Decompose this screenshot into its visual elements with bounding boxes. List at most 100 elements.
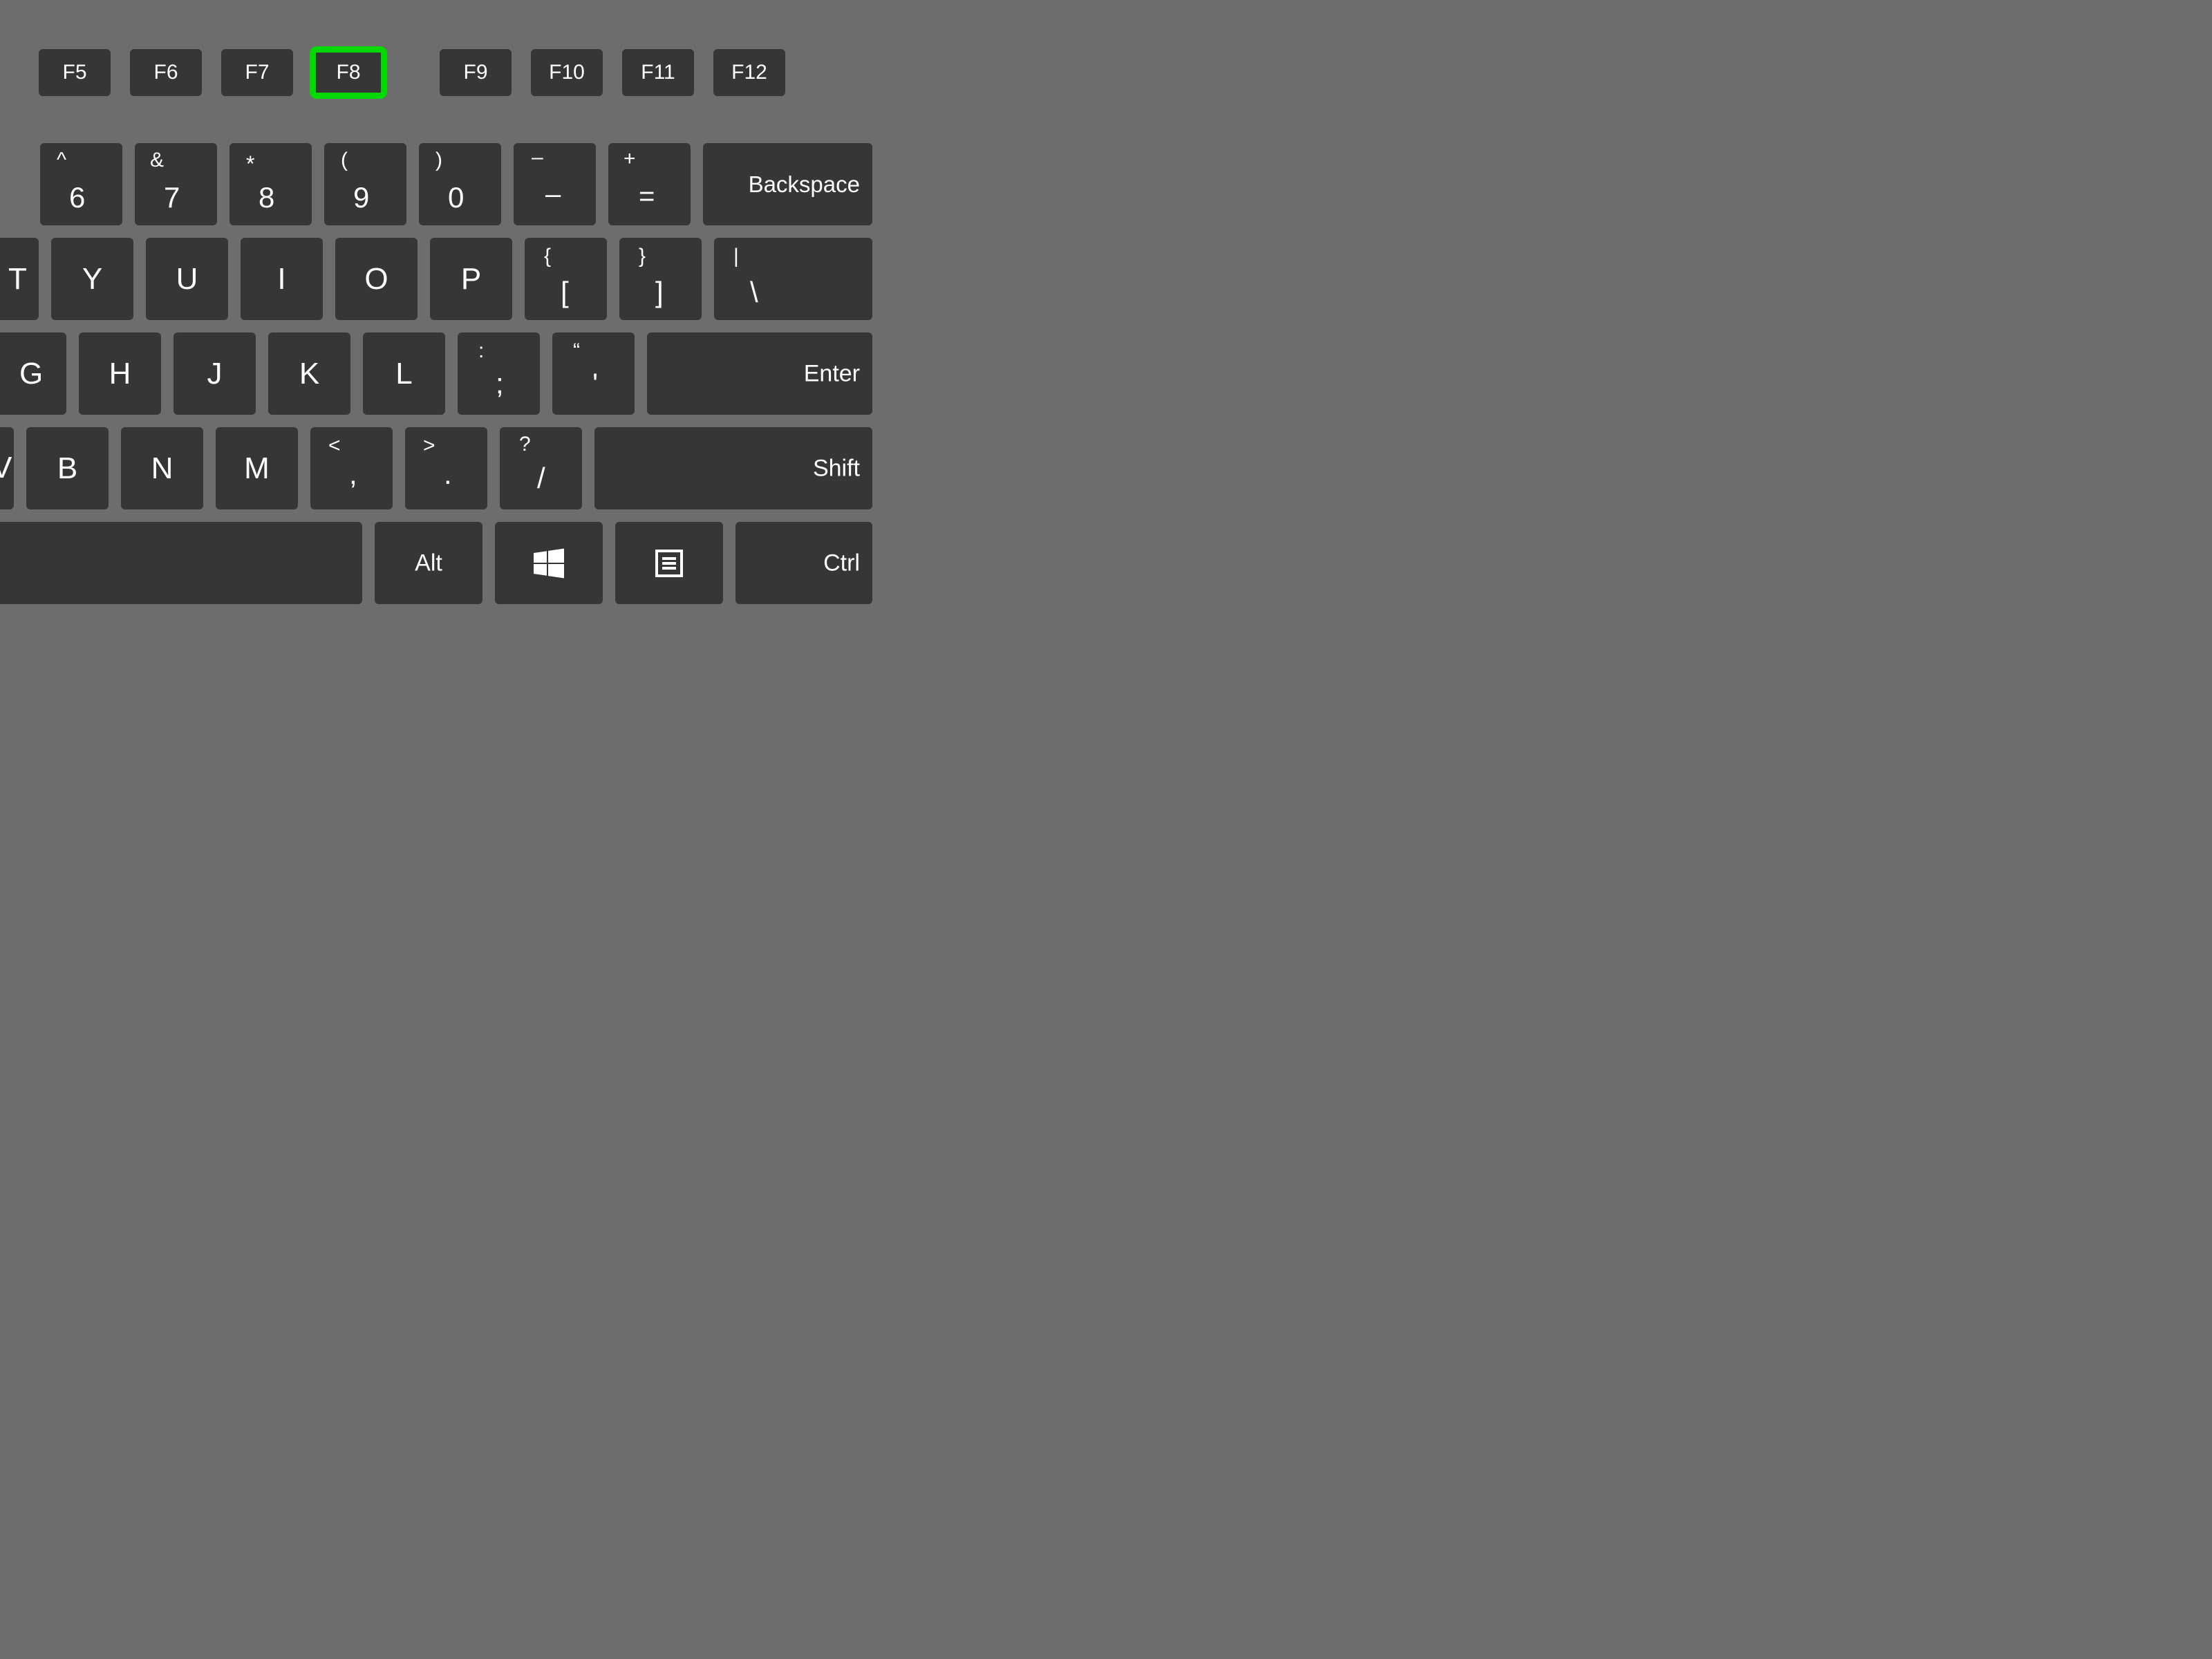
key-label: F8: [336, 61, 360, 84]
key-ctrl[interactable]: Ctrl: [735, 522, 872, 604]
key-f8[interactable]: F8: [312, 49, 384, 96]
key-enter[interactable]: Enter: [647, 332, 872, 415]
key-shift-label: :: [478, 339, 484, 363]
key-label: U: [176, 262, 198, 297]
key-8[interactable]: * 8: [229, 143, 312, 225]
key-label: .: [444, 458, 452, 491]
key-shift-label: &: [150, 149, 164, 172]
key-v[interactable]: V: [0, 427, 14, 509]
key-label: F5: [62, 61, 86, 84]
key-f11[interactable]: F11: [622, 49, 694, 96]
windows-icon: [534, 548, 564, 579]
key-f5[interactable]: F5: [39, 49, 111, 96]
key-n[interactable]: N: [121, 427, 203, 509]
key-label: G: [19, 357, 43, 391]
key-i[interactable]: I: [241, 238, 323, 320]
key-label: P: [461, 262, 481, 297]
key-shift-label: +: [624, 147, 636, 171]
key-equals[interactable]: + =: [608, 143, 691, 225]
key-h[interactable]: H: [79, 332, 161, 415]
key-label: F10: [549, 61, 585, 84]
key-m[interactable]: M: [216, 427, 298, 509]
key-label: 7: [164, 181, 180, 214]
key-right-bracket[interactable]: } ]: [619, 238, 702, 320]
key-label: N: [151, 451, 174, 486]
key-label: M: [244, 451, 270, 486]
key-label: V: [0, 451, 12, 485]
key-shift-label: “: [573, 339, 580, 363]
key-label: Y: [82, 262, 102, 297]
key-label: 9: [353, 181, 369, 214]
key-label: [: [561, 276, 569, 309]
keyboard: F5 F6 F7 F8 F9 F10 F11 F12 ^ 6 & 7 * 8 (…: [0, 0, 885, 664]
key-label: F12: [731, 61, 767, 84]
key-t[interactable]: T: [0, 238, 39, 320]
key-7[interactable]: & 7: [135, 143, 217, 225]
key-f9[interactable]: F9: [440, 49, 512, 96]
key-windows[interactable]: [495, 522, 603, 604]
key-label: F11: [641, 61, 675, 84]
key-label: ;: [496, 367, 504, 400]
key-u[interactable]: U: [146, 238, 228, 320]
key-f6[interactable]: F6: [130, 49, 202, 96]
key-0[interactable]: ) 0: [419, 143, 501, 225]
key-9[interactable]: ( 9: [324, 143, 406, 225]
key-g[interactable]: G: [0, 332, 66, 415]
key-shift[interactable]: Shift: [594, 427, 872, 509]
key-label: L: [395, 357, 412, 391]
key-shift-label: }: [639, 245, 646, 268]
key-label: I: [277, 262, 285, 297]
key-p[interactable]: P: [430, 238, 512, 320]
key-l[interactable]: L: [363, 332, 445, 415]
key-label: F6: [153, 61, 178, 84]
key-shift-label: *: [246, 151, 254, 177]
key-shift-label: >: [423, 434, 435, 458]
key-shift-label: |: [733, 245, 739, 268]
key-minus[interactable]: – –: [514, 143, 596, 225]
key-label: /: [537, 462, 545, 495]
key-y[interactable]: Y: [51, 238, 133, 320]
key-shift-label: –: [532, 146, 543, 169]
key-label: ': [592, 367, 598, 400]
key-slash[interactable]: ? /: [500, 427, 582, 509]
key-label: Alt: [415, 550, 442, 577]
key-label: F9: [463, 61, 487, 84]
key-label: B: [57, 451, 77, 486]
key-b[interactable]: B: [26, 427, 109, 509]
key-shift-label: (: [341, 149, 348, 172]
key-label: 6: [69, 181, 85, 214]
key-period[interactable]: > .: [405, 427, 487, 509]
key-f7[interactable]: F7: [221, 49, 293, 96]
key-label: T: [8, 262, 27, 297]
key-label: J: [207, 357, 223, 391]
key-backslash[interactable]: | \: [714, 238, 872, 320]
key-o[interactable]: O: [335, 238, 418, 320]
key-menu[interactable]: [615, 522, 723, 604]
key-spacebar[interactable]: [0, 522, 362, 604]
key-label: 8: [259, 181, 274, 214]
key-label: ]: [655, 276, 664, 309]
key-label: =: [639, 181, 655, 212]
key-alt[interactable]: Alt: [375, 522, 482, 604]
key-shift-label: ^: [57, 149, 66, 172]
key-label: \: [750, 276, 758, 309]
key-6[interactable]: ^ 6: [40, 143, 122, 225]
key-label: Enter: [804, 360, 860, 387]
key-label: Shift: [813, 455, 860, 482]
key-left-bracket[interactable]: { [: [525, 238, 607, 320]
menu-icon: [655, 550, 683, 577]
key-semicolon[interactable]: : ;: [458, 332, 540, 415]
key-f10[interactable]: F10: [531, 49, 603, 96]
key-comma[interactable]: < ,: [310, 427, 393, 509]
key-label: Ctrl: [823, 550, 860, 577]
key-label: 0: [448, 181, 464, 214]
key-shift-label: {: [544, 245, 551, 268]
key-shift-label: <: [328, 434, 341, 458]
key-label: K: [299, 357, 319, 391]
key-backspace[interactable]: Backspace: [703, 143, 872, 225]
key-j[interactable]: J: [174, 332, 256, 415]
key-f12[interactable]: F12: [713, 49, 785, 96]
key-quote[interactable]: “ ': [552, 332, 635, 415]
key-label: F7: [245, 61, 269, 84]
key-k[interactable]: K: [268, 332, 350, 415]
